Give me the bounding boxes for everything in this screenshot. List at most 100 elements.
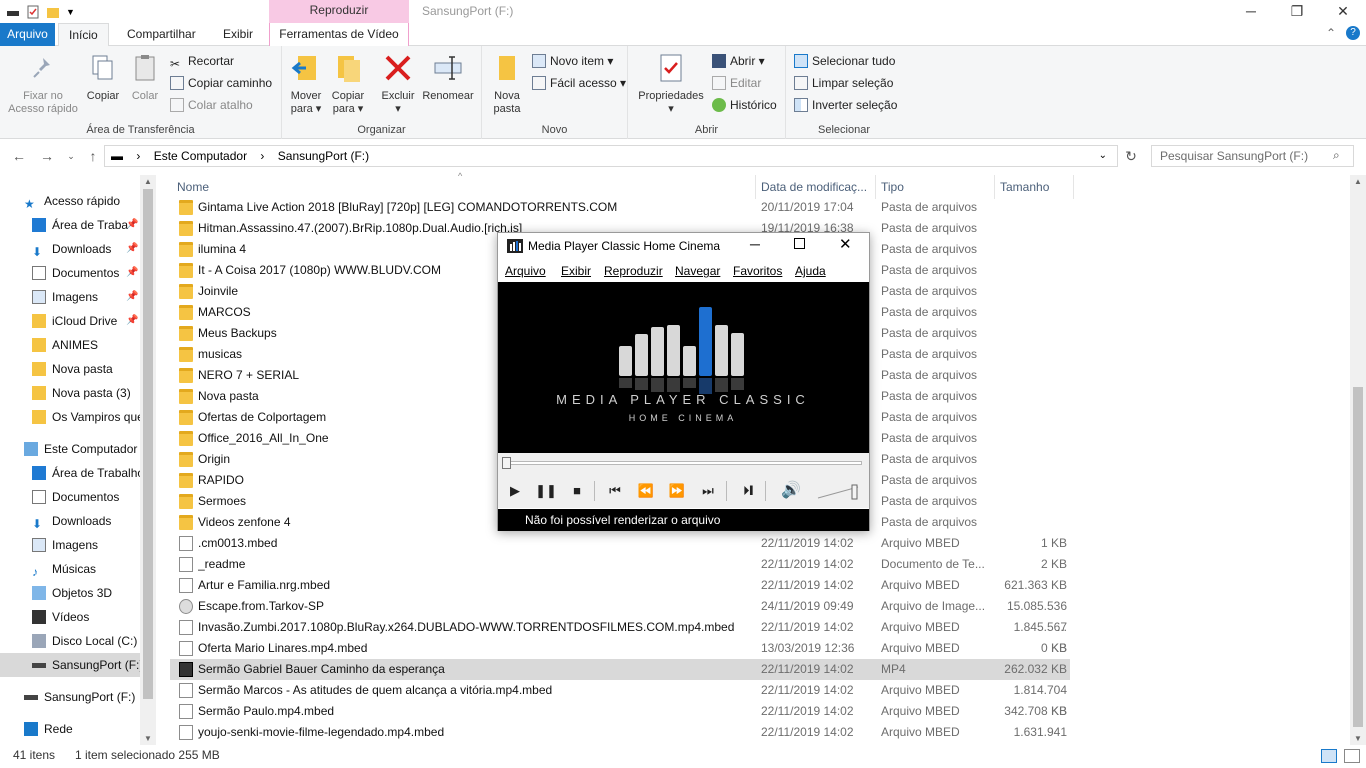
file-row[interactable]: youjo-senki-movie-filme-legendado.mp4.mb… (170, 722, 1070, 760)
mpc-minimize-button[interactable]: ─ (750, 236, 760, 252)
minimize-button[interactable]: ─ (1228, 0, 1274, 23)
nav-item[interactable]: ⬇ Downloads (0, 509, 140, 533)
tab-share[interactable]: Compartilhar (117, 23, 206, 46)
up-button[interactable]: ↑ (84, 147, 102, 165)
nav-scrollbar[interactable]: ▲ ▼ (140, 175, 156, 745)
select-all-button[interactable]: Selecionar tudo (794, 51, 895, 71)
new-item-button[interactable]: Novo item ▾ (532, 51, 613, 71)
mpc-close-button[interactable]: ✕ (839, 235, 852, 253)
file-list-scroll-thumb[interactable] (1353, 387, 1363, 727)
mpc-menu-view[interactable]: Exibir (561, 264, 591, 278)
scroll-up-icon[interactable]: ▲ (144, 177, 152, 186)
edit-button[interactable]: Editar (712, 73, 761, 93)
help-icon[interactable]: ? (1346, 26, 1360, 40)
stop-icon[interactable]: ■ (566, 481, 588, 501)
maximize-button[interactable]: ❐ (1274, 0, 1320, 23)
file-row[interactable]: Invasão.Zumbi.2017.1080p.BluRay.x264.DUB… (170, 617, 1070, 655)
nav-item[interactable]: Rede (0, 717, 140, 741)
file-row[interactable]: Artur e Familia.nrg.mbed 22/11/2019 14:02… (170, 575, 1070, 596)
open-button[interactable]: Abrir ▾ (712, 51, 765, 71)
properties-button[interactable]: Propriedades ▾ (634, 52, 708, 116)
nav-item[interactable]: SansungPort (F:) (0, 653, 143, 677)
rewind-icon[interactable]: ⏪ (635, 481, 657, 501)
customize-qat-icon[interactable]: ▼ (66, 7, 75, 17)
file-row[interactable]: _readme 22/11/2019 14:02 Documento de Te..… (170, 554, 1070, 575)
nav-item[interactable]: Imagens (0, 533, 140, 557)
select-none-button[interactable]: Limpar seleção (794, 73, 893, 93)
history-button[interactable]: Histórico (712, 95, 777, 115)
address-dropdown-icon[interactable]: ⌄ (1099, 146, 1107, 166)
move-to-button[interactable]: Mover para ▾ (286, 52, 326, 116)
scroll-down-icon[interactable]: ▼ (1354, 734, 1362, 743)
nav-item[interactable]: Área de Trabalho (0, 461, 144, 485)
column-name[interactable]: Nome (177, 180, 209, 194)
nav-item[interactable]: Disco Local (C:) (0, 629, 140, 653)
file-row[interactable]: Escape.from.Tarkov-SP 24/11/2019 09:49 Arq… (170, 596, 1070, 634)
easy-access-button[interactable]: Fácil acesso ▾ (532, 73, 626, 93)
breadcrumb-drive[interactable]: SansungPort (F:) (278, 149, 369, 163)
mpc-menu-play[interactable]: Reproduzir (604, 264, 663, 278)
mpc-menu-help[interactable]: Ajuda (795, 264, 826, 278)
pause-icon[interactable]: ❚❚ (535, 481, 557, 501)
rename-button[interactable]: Renomear (418, 52, 478, 103)
collapse-ribbon-icon[interactable]: ⌃ (1326, 26, 1336, 40)
nav-item[interactable]: ★ Acesso rápido (0, 189, 140, 213)
nav-item[interactable]: Vídeos (0, 605, 140, 629)
tab-file[interactable]: Arquivo (0, 23, 55, 46)
breadcrumb-this-pc[interactable]: Este Computador (154, 149, 247, 163)
nav-item[interactable]: Área de Traba 📌 (0, 213, 140, 237)
mpc-menu-favorites[interactable]: Favoritos (733, 264, 782, 278)
paste-button[interactable]: Colar (126, 52, 164, 103)
search-input[interactable]: Pesquisar SansungPort (F:) (1151, 145, 1354, 167)
invert-selection-button[interactable]: Inverter seleção (794, 95, 897, 115)
file-row[interactable]: Sermão Gabriel Bauer Caminho da esperanç… (170, 659, 1070, 680)
copy-to-button[interactable]: Copiar para ▾ (328, 52, 368, 116)
tab-video-tools[interactable]: Ferramentas de Vídeo (269, 23, 409, 46)
paste-shortcut-button[interactable]: Colar atalho (170, 95, 253, 115)
cut-button[interactable]: ✂ Recortar (170, 51, 234, 71)
scroll-down-icon[interactable]: ▼ (144, 734, 152, 743)
back-button[interactable]: ← (10, 147, 28, 165)
nav-item[interactable]: Nova pasta (3) (0, 381, 140, 405)
file-row[interactable]: Gintama Live Action 2018 [BluRay] [720p]… (170, 197, 1070, 218)
nav-item[interactable]: ♪ Músicas (0, 557, 140, 581)
nav-item[interactable]: Documentos (0, 485, 140, 509)
delete-button[interactable]: Excluir ▾ (376, 52, 420, 116)
close-button[interactable]: ✕ (1320, 0, 1366, 23)
nav-item[interactable]: Documentos 📌 (0, 261, 140, 285)
drive-icon[interactable] (6, 5, 20, 19)
forward-button[interactable]: → (38, 147, 56, 165)
mpc-seek-thumb[interactable] (502, 457, 511, 469)
large-icons-view-icon[interactable] (1344, 749, 1360, 763)
nav-item[interactable]: Nova pasta (0, 357, 140, 381)
mpc-menu-navigate[interactable]: Navegar (675, 264, 720, 278)
column-size[interactable]: Tamanho (1000, 180, 1049, 194)
recent-locations-icon[interactable]: ⌄ (62, 147, 80, 165)
nav-scroll-thumb[interactable] (143, 189, 153, 699)
scroll-up-icon[interactable]: ▲ (1354, 177, 1362, 186)
new-folder-button[interactable]: Nova pasta (486, 52, 528, 116)
volume-slider[interactable] (816, 483, 862, 501)
copy-button[interactable]: Copiar (84, 52, 122, 103)
previous-icon[interactable]: ⏮ (604, 481, 626, 501)
tab-home[interactable]: Início (58, 23, 109, 47)
properties-icon[interactable] (26, 5, 40, 19)
nav-item[interactable]: Os Vampiros que (0, 405, 144, 429)
nav-item[interactable]: Imagens 📌 (0, 285, 140, 309)
mpc-maximize-button[interactable] (794, 238, 805, 249)
file-list-scrollbar[interactable]: ▲ ▼ (1350, 175, 1366, 745)
play-icon[interactable]: ▶ (504, 481, 526, 501)
column-type[interactable]: Tipo (881, 180, 904, 194)
address-bar[interactable]: ▬ › Este Computador › SansungPort (F:) ⌄ (104, 145, 1118, 167)
tab-view[interactable]: Exibir (213, 23, 263, 46)
file-row[interactable]: Sermão Marcos - As atitudes de quem alca… (170, 680, 1070, 718)
nav-item[interactable]: Este Computador (0, 437, 140, 461)
nav-item[interactable]: ANIMES (0, 333, 140, 357)
mpc-menu-file[interactable]: Arquivo (505, 264, 546, 278)
nav-item[interactable]: ⬇ Downloads 📌 (0, 237, 140, 261)
pin-quick-access-button[interactable]: Fixar no Acesso rápido (4, 52, 82, 116)
column-date[interactable]: Data de modificaç... (761, 180, 867, 194)
nav-item[interactable]: SansungPort (F:) (0, 685, 140, 709)
next-icon[interactable]: ⏭ (697, 481, 719, 501)
refresh-button[interactable]: ↻ (1122, 147, 1140, 165)
